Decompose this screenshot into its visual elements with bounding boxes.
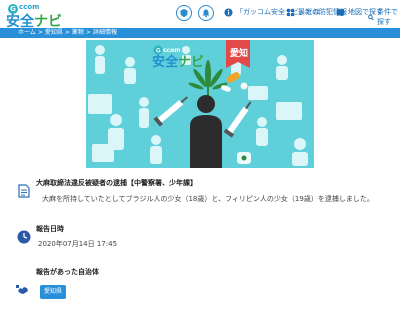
drug-crime-illustration: G ccom 安全ナビ 愛知	[86, 40, 314, 168]
breadcrumb-category[interactable]: 薬物	[72, 29, 84, 36]
hero-logo-small: ccom	[163, 47, 181, 54]
site-header: G ccom 安全ナビ 「ガッコム安全ナビ」とは 最新の防犯情報 地図で探す 条…	[0, 0, 400, 30]
breadcrumb-home[interactable]: ホーム	[18, 29, 36, 36]
header-icon-group	[176, 5, 220, 23]
clock-icon	[17, 230, 31, 244]
nav-search-label: 条件で探す	[376, 8, 398, 26]
map-icon	[336, 8, 345, 16]
hero-prefecture-tag: 愛知	[230, 47, 248, 59]
municipality-badge[interactable]: 愛知県	[40, 285, 66, 299]
svg-text:G: G	[156, 49, 161, 55]
nav-search[interactable]: 条件で探す	[368, 7, 400, 27]
grid-icon	[286, 8, 295, 16]
breadcrumb-prefecture[interactable]: 愛知県	[45, 29, 63, 36]
article-description: 大麻を所持していたとしてブラジル人の少女（18歳）と、フィリピン人の少女（19歳…	[42, 195, 374, 203]
article-title: 大麻取締法違反被疑者の逮捕【中警察署、少年課】	[36, 179, 197, 187]
logo-small-text: ccom	[19, 3, 40, 11]
report-date-value: 2020年07月14日 17:45	[38, 240, 118, 248]
report-date-label: 報告日時	[36, 225, 64, 233]
bell-icon[interactable]	[198, 5, 214, 21]
info-icon	[224, 7, 233, 17]
search-icon	[368, 14, 374, 20]
shield-icon[interactable]	[176, 5, 192, 21]
document-icon	[18, 184, 30, 198]
municipality-label: 報告があった自治体	[36, 268, 99, 276]
breadcrumb: ホーム > 愛知県 > 薬物 > 詳細情報	[18, 29, 117, 36]
svg-text:安全ナビ: 安全ナビ	[152, 54, 204, 70]
site-logo[interactable]: G ccom 安全ナビ	[4, 3, 64, 30]
municipality-icon	[16, 285, 28, 294]
hero-illustration: G ccom 安全ナビ 愛知	[86, 40, 314, 168]
breadcrumb-current: 詳細情報	[92, 29, 117, 36]
